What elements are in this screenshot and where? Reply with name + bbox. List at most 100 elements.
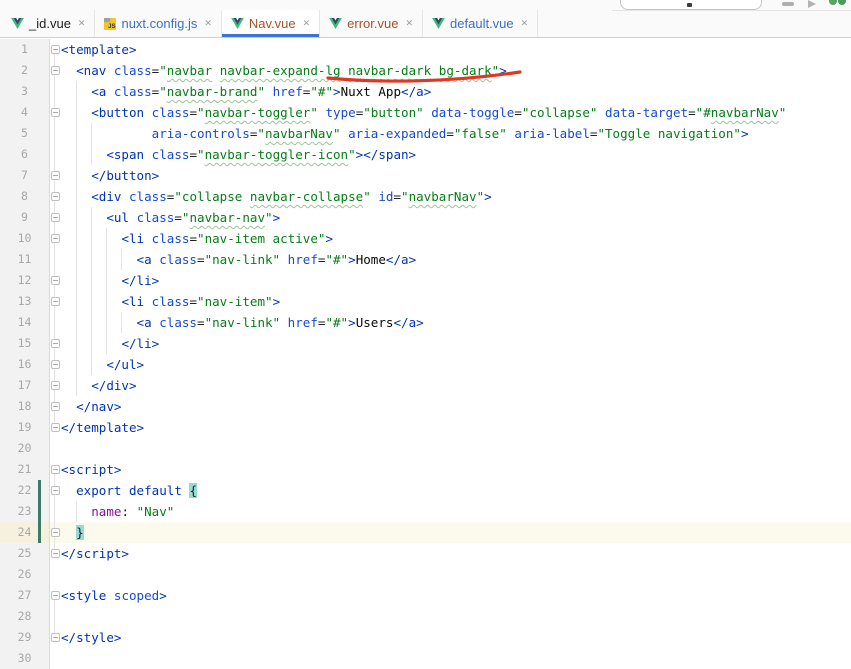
code-line[interactable]: </button> [61, 165, 851, 186]
fold-end-icon[interactable] [51, 276, 60, 285]
code-segment: id [378, 189, 394, 204]
code-line[interactable] [61, 648, 851, 669]
code-segment: </ul> [106, 357, 145, 372]
code-line[interactable]: <div class="collapse navbar-collapse" id… [61, 186, 851, 207]
code-segment: " [257, 126, 265, 141]
code-segment: { [189, 483, 198, 498]
tab-close-icon[interactable]: ✕ [405, 19, 413, 28]
code-line[interactable]: <a class="nav-link" href="#">Users</a> [61, 312, 851, 333]
code-segment: = [197, 252, 205, 267]
code-line[interactable]: </ul> [61, 354, 851, 375]
tab-close-icon[interactable]: ✕ [303, 19, 311, 28]
code-line[interactable]: </template> [61, 417, 851, 438]
fold-collapse-icon[interactable] [51, 234, 60, 243]
fold-gutter [50, 60, 61, 81]
code-line[interactable]: </div> [61, 375, 851, 396]
fold-end-icon[interactable] [51, 171, 60, 180]
tab-close-icon[interactable]: ✕ [78, 19, 86, 28]
fold-end-icon[interactable] [51, 528, 60, 537]
fold-collapse-icon[interactable] [51, 192, 60, 201]
tab-close-icon[interactable]: ✕ [521, 19, 529, 28]
fold-end-icon[interactable] [51, 402, 60, 411]
fold-collapse-icon[interactable] [51, 108, 60, 117]
code-line[interactable]: aria-controls="navbarNav" aria-expanded=… [61, 123, 851, 144]
fold-collapse-icon[interactable] [51, 66, 60, 75]
code-line[interactable]: export default { [61, 480, 851, 501]
code-line[interactable]: <span class="navbar-toggler-icon"></span… [61, 144, 851, 165]
code-line[interactable]: <button class="navbar-toggler" type="but… [61, 102, 851, 123]
code-line[interactable]: <style scoped> [61, 585, 851, 606]
code-line[interactable]: </li> [61, 333, 851, 354]
fold-end-icon[interactable] [51, 633, 60, 642]
code-line[interactable]: <script> [61, 459, 851, 480]
run-arrow-icon[interactable] [808, 0, 816, 8]
gutter-line-number: 20 [0, 438, 50, 459]
fold-collapse-icon[interactable] [51, 45, 60, 54]
tab-close-icon[interactable]: ✕ [204, 19, 212, 28]
code-line[interactable]: </script> [61, 543, 851, 564]
code-line[interactable] [61, 438, 851, 459]
code-line[interactable]: </style> [61, 627, 851, 648]
fold-collapse-icon[interactable] [51, 297, 60, 306]
fold-end-icon[interactable] [51, 360, 60, 369]
code-segment: > [740, 126, 749, 141]
code-line[interactable]: name: "Nav" [61, 501, 851, 522]
run-configuration-box[interactable] [620, 0, 762, 10]
red-underline-annotation [326, 70, 522, 83]
tab-id-vue[interactable]: _id.vue ✕ [2, 10, 96, 37]
code-line[interactable]: <template> [61, 39, 851, 60]
gutter-line-number: 7 [0, 165, 50, 186]
fold-collapse-icon[interactable] [51, 465, 60, 474]
code-line[interactable]: } [61, 522, 851, 543]
code-segment: " [778, 105, 787, 120]
code-segment: <button [91, 105, 145, 120]
code-line[interactable]: <li class="nav-item active"> [61, 228, 851, 249]
code-segment: </li> [121, 336, 160, 351]
code-segment: = [189, 294, 198, 309]
gutter-line-number: 13 [0, 291, 50, 312]
tab-nuxt-config-js[interactable]: JS nuxt.config.js ✕ [95, 10, 222, 37]
vcs-change-marker [38, 480, 41, 543]
tab-default-vue[interactable]: default.vue ✕ [423, 10, 539, 37]
fold-end-icon[interactable] [51, 423, 60, 432]
fold-gutter [50, 396, 61, 417]
code-line[interactable]: <a class="nav-link" href="#">Home</a> [61, 249, 851, 270]
code-line[interactable] [61, 606, 851, 627]
fold-collapse-icon[interactable] [51, 591, 60, 600]
code-segment: } [76, 525, 84, 540]
gutter-line-number: 22 [0, 480, 50, 501]
code-row: 15 </li> [0, 333, 851, 354]
fold-end-icon[interactable] [51, 549, 60, 558]
code-row: 26 [0, 564, 851, 585]
code-segment: <nav [76, 63, 107, 78]
code-segment: <template> [61, 42, 137, 57]
fold-gutter [50, 585, 61, 606]
build-hammer-icon[interactable] [782, 2, 794, 6]
code-segment: </template> [61, 420, 145, 435]
fold-collapse-icon[interactable] [51, 213, 60, 222]
fold-gutter [50, 543, 61, 564]
code-line[interactable]: </nav> [61, 396, 851, 417]
code-editor[interactable]: 1 <template> 2 <nav class="navbar navbar-e… [0, 38, 851, 669]
gutter-line-number: 25 [0, 543, 50, 564]
coverage-green-icon[interactable] [838, 0, 846, 5]
code-line[interactable]: <li class="nav-item"> [61, 291, 851, 312]
fold-end-icon[interactable] [51, 339, 60, 348]
code-segment: navbar-collapse [249, 189, 364, 204]
tab-label: nuxt.config.js [121, 16, 198, 31]
code-line[interactable]: <ul class="navbar-nav"> [61, 207, 851, 228]
tab-error-vue[interactable]: error.vue ✕ [320, 10, 424, 37]
tab-nav-vue[interactable]: Nav.vue ✕ [221, 10, 321, 37]
code-segment: name [91, 504, 122, 519]
code-line[interactable] [61, 564, 851, 585]
debug-green-icon[interactable] [829, 0, 837, 5]
fold-end-icon[interactable] [51, 381, 60, 390]
fold-collapse-icon[interactable] [51, 486, 60, 495]
code-line[interactable]: </li> [61, 270, 851, 291]
